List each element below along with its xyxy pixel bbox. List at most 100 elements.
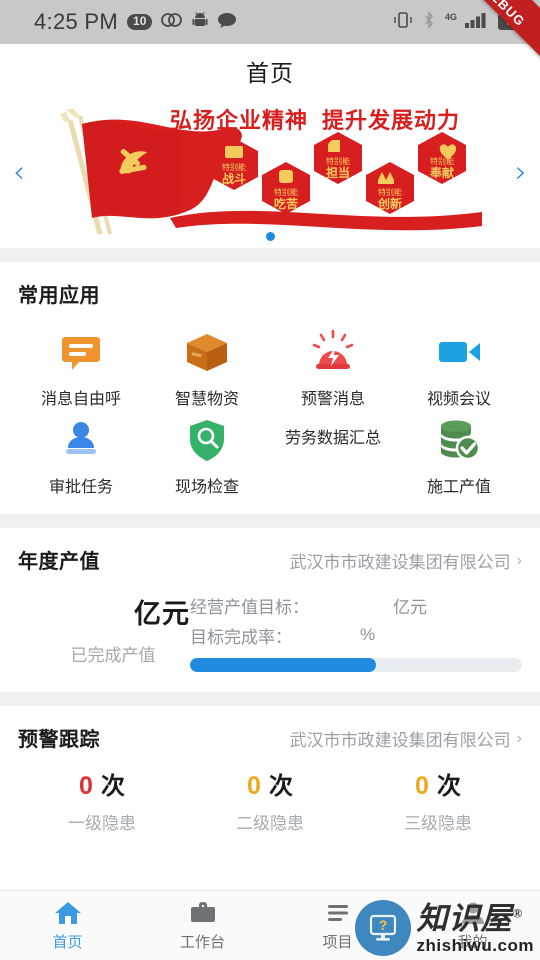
carousel-prev-button[interactable]: ‹	[6, 158, 32, 188]
banner-slide[interactable]: 弘扬企业精神 提升发展动力 特别能 战斗 特别能 吃苦 特别能 担当 特别能 创…	[30, 106, 510, 242]
output-target-block: 经营产值目标： 亿元 目标完成率： %	[190, 586, 522, 672]
chat-bubble-icon	[57, 328, 105, 376]
carousel-indicator[interactable]	[0, 232, 540, 241]
warning-stats-grid: 0 次 一级隐患 0 次 二级隐患 0 次 三级隐患	[18, 758, 522, 860]
common-apps-title: 常用应用	[18, 285, 100, 307]
completed-output-block: 亿元 已完成产值	[18, 586, 190, 672]
carousel-next-button[interactable]: ›	[508, 158, 534, 188]
target-value	[309, 594, 387, 616]
warning-level-3[interactable]: 0 次 三级隐患	[354, 766, 522, 834]
annual-output-header: 年度产值 武汉市市政建设集团有限公司 ›	[18, 528, 522, 580]
svg-text:战斗: 战斗	[222, 171, 246, 186]
svg-text:担当: 担当	[326, 165, 350, 180]
section-divider	[0, 692, 540, 706]
loop-icon	[161, 12, 183, 33]
warning-count: 0	[79, 772, 93, 800]
annual-output-org-selector[interactable]: 武汉市市政建设集团有限公司 ›	[290, 548, 522, 573]
warning-count-row: 0 次	[415, 766, 461, 801]
app-item-approval-task[interactable]: 审批任务	[18, 412, 144, 500]
warning-tracking-title: 预警跟踪	[18, 729, 100, 751]
app-item-labor-data-summary[interactable]: 劳务数据汇总	[270, 412, 396, 500]
org-name: 武汉市市政建设集团有限公司	[289, 553, 511, 572]
warning-count-row: 0 次	[79, 766, 125, 801]
section-divider	[0, 248, 540, 262]
signal-bars-icon	[465, 11, 489, 34]
app-label: 审批任务	[48, 479, 113, 496]
tab-label: 工作台	[179, 934, 225, 951]
video-camera-icon	[435, 328, 483, 376]
tab-label: 我的	[457, 934, 488, 951]
bottom-tab-bar: 首页 工作台 项目 我的	[0, 890, 540, 960]
rate-label: 目标完成率：	[190, 627, 292, 647]
annual-output-body: 亿元 已完成产值 经营产值目标： 亿元 目标完成率： %	[18, 580, 522, 692]
status-bar-left: 4:25 PM 10	[34, 9, 237, 35]
rate-value	[292, 624, 354, 646]
annual-output-title: 年度产值	[18, 551, 100, 573]
svg-text:特别能: 特别能	[274, 187, 298, 197]
svg-text:吃苦: 吃苦	[274, 196, 298, 211]
warning-count: 0	[247, 772, 261, 800]
package-box-icon	[183, 328, 231, 376]
warning-count: 0	[415, 772, 429, 800]
tab-label: 项目	[322, 934, 353, 951]
warning-label: 一级隐患	[68, 814, 136, 833]
page-title: 首页	[246, 60, 294, 86]
app-label: 预警消息	[300, 391, 365, 408]
chevron-right-icon: ›	[516, 551, 522, 569]
carousel-dot[interactable]	[265, 232, 275, 241]
org-name: 武汉市市政建设集团有限公司	[289, 731, 511, 750]
completed-output-caption: 已完成产值	[70, 646, 156, 665]
network-type-label: 4G	[444, 12, 457, 22]
app-label: 施工产值	[426, 479, 491, 496]
chat-bubble-icon	[217, 12, 237, 33]
warning-level-1[interactable]: 0 次 一级隐患	[18, 766, 186, 834]
app-item-site-inspection[interactable]: 现场检查	[144, 412, 270, 500]
banner-artwork: 弘扬企业精神 提升发展动力 特别能 战斗 特别能 吃苦 特别能 担当 特别能 创…	[60, 108, 482, 235]
completed-output-unit: 亿元	[134, 599, 190, 629]
app-label: 现场检查	[174, 479, 239, 496]
banner-carousel[interactable]: 弘扬企业精神 提升发展动力 特别能 战斗 特别能 吃苦 特别能 担当 特别能 创…	[0, 98, 540, 248]
svg-text:特别能: 特别能	[378, 187, 402, 197]
target-line: 经营产值目标： 亿元	[190, 590, 522, 620]
app-label: 智慧物资	[174, 391, 239, 408]
chevron-right-icon: ›	[516, 729, 522, 747]
warning-tracking-org-selector[interactable]: 武汉市市政建设集团有限公司 ›	[290, 726, 522, 751]
list-lines-icon	[324, 899, 352, 927]
annual-output-section: 年度产值 武汉市市政建设集团有限公司 › 亿元 已完成产值 经营产值目标： 亿元	[0, 528, 540, 692]
app-item-construction-output[interactable]: 施工产值	[396, 412, 522, 500]
section-divider	[0, 514, 540, 528]
warning-unit: 次	[268, 773, 293, 800]
vibrate-icon	[392, 10, 414, 35]
tab-profile[interactable]: 我的	[405, 899, 540, 952]
svg-text:弘扬企业精神: 弘扬企业精神	[170, 108, 308, 133]
warning-level-2[interactable]: 0 次 二级隐患	[186, 766, 354, 834]
app-item-warning-message[interactable]: 预警消息	[270, 324, 396, 412]
target-unit: 亿元	[393, 597, 427, 617]
notification-count-badge: 10	[127, 14, 153, 30]
rate-unit: %	[360, 625, 376, 644]
home-icon	[54, 899, 82, 927]
app-root: 4:25 PM 10 4G DEBUG 首页 弘扬企业精神 提升发展动力 特别能…	[0, 0, 540, 960]
warning-unit: 次	[436, 773, 461, 800]
database-check-icon	[435, 416, 483, 464]
common-apps-header: 常用应用	[18, 262, 522, 314]
warning-label: 二级隐患	[236, 814, 304, 833]
app-label: 消息自由呼	[40, 391, 121, 408]
tab-home[interactable]: 首页	[0, 899, 135, 952]
svg-text:奉献: 奉献	[429, 165, 454, 180]
app-grid: 消息自由呼 智慧物资 预警消息 视频会议 审批任务 现场检查 劳务数据汇总 施工…	[18, 314, 522, 514]
rate-line: 目标完成率： %	[190, 620, 522, 650]
tab-label: 首页	[52, 934, 83, 951]
app-item-message-free-call[interactable]: 消息自由呼	[18, 324, 144, 412]
app-item-video-conference[interactable]: 视频会议	[396, 324, 522, 412]
common-apps-section: 常用应用 消息自由呼 智慧物资 预警消息 视频会议 审批任务 现场检查 劳务数据…	[0, 262, 540, 514]
svg-text:特别能: 特别能	[326, 156, 350, 166]
tab-project[interactable]: 项目	[270, 899, 405, 952]
completed-output-value	[32, 593, 132, 623]
app-label: 视频会议	[426, 391, 491, 408]
user-icon	[459, 899, 487, 927]
app-item-smart-materials[interactable]: 智慧物资	[144, 324, 270, 412]
completed-output-value-row: 亿元	[18, 592, 190, 631]
tab-workbench[interactable]: 工作台	[135, 899, 270, 952]
target-label: 经营产值目标：	[190, 597, 309, 617]
